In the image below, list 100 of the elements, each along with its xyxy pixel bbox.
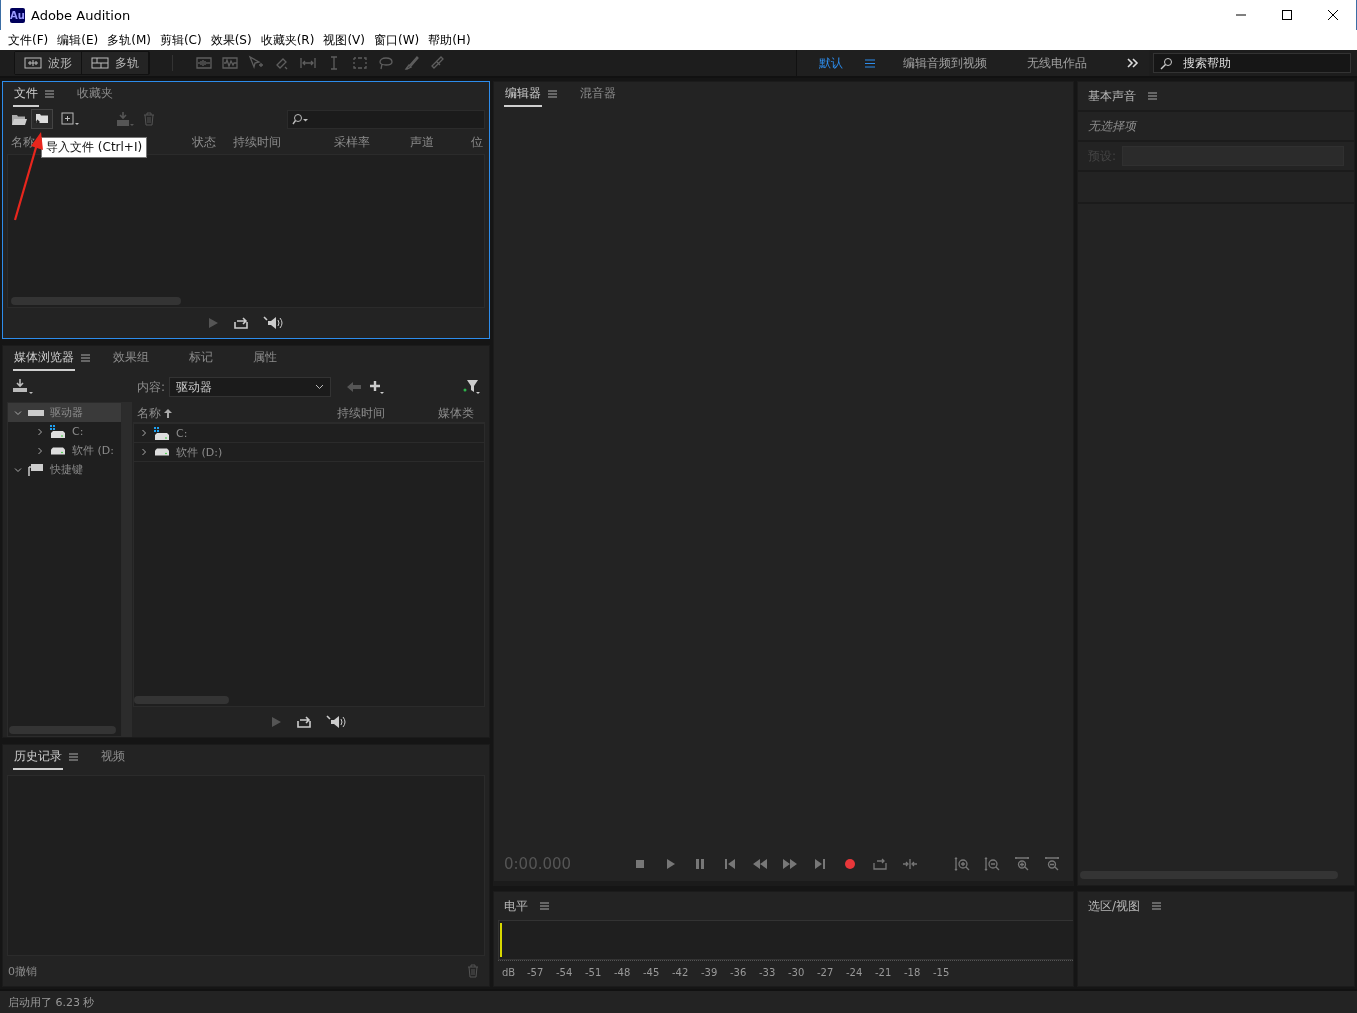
brush-icon[interactable] [403, 55, 421, 71]
new-file-icon[interactable] [61, 112, 79, 126]
search-icon [1160, 56, 1173, 70]
panel-tab[interactable]: 收藏夹 [76, 83, 114, 107]
loop-icon[interactable] [296, 715, 312, 729]
zoom-in-amplitude-icon[interactable] [954, 856, 970, 872]
waveform-view-icon[interactable] [195, 55, 213, 71]
menu-icon[interactable] [865, 58, 875, 68]
record-icon[interactable] [842, 856, 858, 872]
mode-button[interactable]: 波形 [15, 52, 82, 74]
tree-item[interactable]: 软件 (D: [8, 441, 121, 460]
chevron-right-icon[interactable] [1127, 58, 1139, 68]
close-icon[interactable] [1327, 9, 1339, 21]
tree-item[interactable]: 快捷键 [8, 460, 121, 479]
menu-item[interactable]: 编辑(E) [53, 31, 103, 49]
skip-start-icon[interactable] [722, 856, 738, 872]
column-header[interactable]: 媒体类 [438, 405, 474, 422]
panel-tab[interactable]: 视频 [100, 746, 126, 770]
panel-tab[interactable]: 编辑器 [504, 83, 542, 107]
panel-menu-icon[interactable] [69, 753, 78, 761]
splitter-handle[interactable] [122, 402, 132, 737]
panel-tab[interactable]: 混音器 [579, 83, 617, 107]
drive-icon [154, 448, 170, 456]
delete-icon[interactable] [143, 112, 155, 126]
zoom-in-time-icon[interactable] [1014, 856, 1030, 872]
spectrum-view-icon[interactable] [221, 55, 239, 71]
delete-icon[interactable] [467, 964, 479, 978]
menu-item[interactable]: 效果(S) [206, 31, 256, 49]
menu-item[interactable]: 帮助(H) [424, 31, 475, 49]
panel-menu-icon[interactable] [540, 902, 549, 910]
window-title: Adobe Audition [31, 7, 131, 23]
skip-silence-icon[interactable] [902, 856, 918, 872]
play-icon[interactable] [270, 716, 282, 728]
loop-icon[interactable] [233, 316, 249, 330]
menu-item[interactable]: 收藏夹(R) [256, 31, 319, 49]
zoom-out-time-icon[interactable] [1044, 856, 1060, 872]
slip-tool-icon[interactable] [299, 55, 317, 71]
menu-item[interactable]: 视图(V) [319, 31, 369, 49]
filter-icon[interactable] [463, 379, 481, 395]
panel-tab[interactable]: 效果组 [112, 347, 150, 371]
download-icon[interactable] [11, 379, 35, 395]
speaker-icon[interactable] [326, 715, 348, 729]
skip-end-icon[interactable] [812, 856, 828, 872]
scale-label: -51 [585, 966, 603, 978]
column-header[interactable]: 持续时间 [337, 405, 385, 422]
panel-tab[interactable]: 文件 [13, 83, 39, 107]
menu-item[interactable]: 多轨(M) [103, 31, 155, 49]
column-header[interactable]: 声道 [410, 133, 434, 151]
undo-count: 0撤销 [8, 963, 37, 979]
tooltip: 导入文件 (Ctrl+I) [41, 137, 148, 158]
menu-item[interactable]: 文件(F) [4, 31, 53, 49]
list-row[interactable]: 软件 (D:) [134, 443, 484, 462]
search-field[interactable] [287, 109, 485, 129]
menu-item[interactable]: 剪辑(C) [155, 31, 206, 49]
column-header[interactable]: 持续时间 [233, 133, 281, 151]
panel-tab[interactable]: 属性 [252, 347, 278, 371]
zoom-out-amplitude-icon[interactable] [984, 856, 1000, 872]
move-tool-icon[interactable] [247, 55, 265, 71]
mode-button[interactable]: 多轨 [82, 52, 149, 74]
panel-menu-icon[interactable] [548, 90, 557, 98]
workspace-tab[interactable]: 无线电作品 [1027, 54, 1099, 72]
disclosure-icon [14, 408, 22, 417]
panel-tab[interactable]: 历史记录 [13, 746, 63, 770]
panel-menu-icon[interactable] [81, 354, 90, 362]
panel-menu-icon[interactable] [45, 90, 54, 98]
tree-item[interactable]: C: [8, 422, 121, 441]
import-file-icon[interactable] [31, 109, 53, 129]
add-icon[interactable] [369, 379, 386, 395]
play-icon[interactable] [207, 317, 219, 329]
computer-icon [28, 463, 44, 476]
empty-message: 无选择项 [1088, 117, 1136, 135]
open-folder-icon[interactable] [11, 112, 27, 126]
lasso-icon[interactable] [377, 55, 395, 71]
panel-tab[interactable]: 标记 [188, 347, 214, 371]
column-header[interactable]: 名称 [137, 405, 172, 422]
maximize-icon[interactable] [1281, 9, 1293, 21]
disclosure-icon [140, 429, 148, 437]
content-dropdown[interactable]: 驱动器 [169, 377, 332, 397]
scale-label: -54 [556, 966, 574, 978]
column-header[interactable]: 状态 [192, 133, 216, 151]
fast-forward-icon[interactable] [782, 856, 798, 872]
scale-label: -15 [933, 966, 951, 978]
panel-tab[interactable]: 媒体浏览器 [13, 347, 75, 371]
speaker-icon[interactable] [263, 316, 285, 330]
tree-item[interactable]: 驱动器 [8, 403, 121, 422]
search-field[interactable]: 搜索帮助 [1153, 53, 1351, 73]
panel-menu-icon[interactable] [1148, 92, 1157, 100]
marquee-icon[interactable] [351, 55, 369, 71]
back-arrow-icon[interactable] [347, 382, 362, 392]
menu-item[interactable]: 窗口(W) [369, 31, 424, 49]
column-header[interactable]: 采样率 [334, 133, 370, 151]
workspace-tab[interactable]: 编辑音频到视频 [903, 54, 999, 72]
panel-menu-icon[interactable] [1152, 902, 1162, 910]
scale-label: -30 [788, 966, 806, 978]
scale-label: -33 [759, 966, 777, 978]
workspace-tab[interactable]: 默认 [819, 54, 855, 72]
list-row[interactable]: C: [134, 424, 484, 443]
rewind-icon[interactable] [752, 856, 768, 872]
column-header[interactable]: 位 [471, 133, 483, 151]
insert-icon[interactable] [115, 111, 135, 127]
